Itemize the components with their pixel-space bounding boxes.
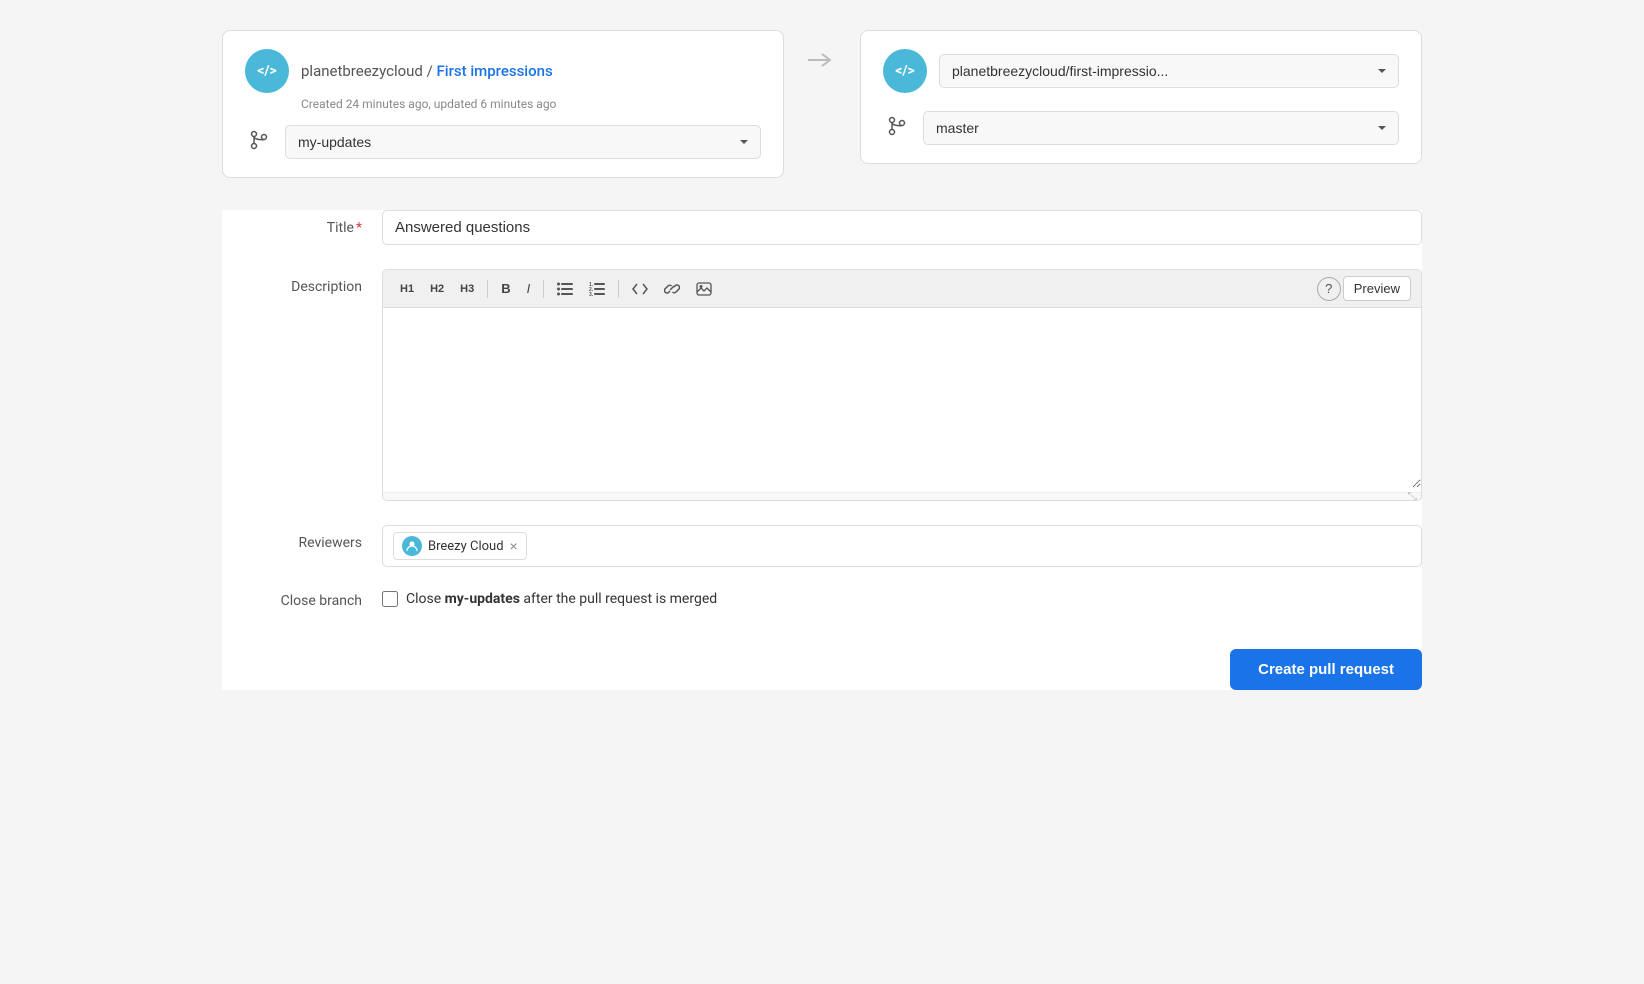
reviewer-avatar (402, 536, 422, 556)
description-control: H1 H2 H3 B I 1.2.3. (382, 269, 1422, 501)
reviewer-tag: Breezy Cloud × (393, 532, 527, 560)
left-repo-card: </> planetbreezycloud / First impression… (222, 30, 784, 178)
form-section: Title* Description H1 H2 H3 B I (222, 210, 1422, 690)
description-row: Description H1 H2 H3 B I (222, 269, 1422, 501)
right-branch-icon (883, 115, 911, 142)
editor-wrapper: H1 H2 H3 B I 1.2.3. (382, 269, 1422, 501)
reviewers-row: Reviewers Breezy Cloud × (222, 525, 1422, 567)
toolbar-preview-button[interactable]: Preview (1343, 276, 1411, 301)
toolbar-divider-2 (543, 280, 544, 298)
reviewers-field[interactable]: Breezy Cloud × (382, 525, 1422, 567)
svg-text:3.: 3. (589, 292, 594, 296)
right-repo-header: </> planetbreezycloud/first-impressio... (883, 49, 1399, 93)
reviewer-remove-button[interactable]: × (510, 539, 518, 553)
toolbar-h1-button[interactable]: H1 (393, 279, 421, 299)
left-branch-row: my-updates (245, 125, 761, 159)
close-branch-label: Close branch (222, 591, 382, 609)
submit-row: Create pull request (222, 649, 1422, 690)
page-container: </> planetbreezycloud / First impression… (222, 30, 1422, 954)
close-branch-name: my-updates (445, 591, 520, 607)
close-branch-content: Close my-updates after the pull request … (382, 591, 717, 607)
right-repo-icon: </> (883, 49, 927, 93)
reviewers-label: Reviewers (222, 525, 382, 551)
resize-icon: ⤡ (1407, 489, 1417, 501)
close-branch-text: Close my-updates after the pull request … (406, 591, 717, 607)
close-branch-checkbox[interactable] (382, 591, 398, 607)
arrow-connector (784, 30, 860, 70)
toolbar-divider-3 (618, 280, 619, 298)
left-branch-icon (245, 129, 273, 156)
reviewer-name: Breezy Cloud (428, 539, 504, 554)
close-branch-row: Close branch Close my-updates after the … (222, 591, 1422, 609)
left-repo-subtitle: Created 24 minutes ago, updated 6 minute… (301, 97, 761, 111)
title-control (382, 210, 1422, 245)
left-repo-icon: </> (245, 49, 289, 93)
right-branch-row: master (883, 111, 1399, 145)
left-repo-header: </> planetbreezycloud / First impression… (245, 49, 761, 93)
toolbar-h2-button[interactable]: H2 (423, 279, 451, 299)
left-repo-link[interactable]: First impressions (437, 62, 553, 80)
toolbar-divider-1 (487, 280, 488, 298)
left-branch-select[interactable]: my-updates (285, 125, 761, 159)
right-branch-select[interactable]: master (923, 111, 1399, 145)
title-input[interactable] (382, 210, 1422, 245)
repo-row: </> planetbreezycloud / First impression… (222, 30, 1422, 178)
title-label: Title* (222, 210, 382, 236)
description-textarea[interactable] (383, 308, 1421, 488)
editor-toolbar: H1 H2 H3 B I 1.2.3. (383, 270, 1421, 308)
toolbar-italic-button[interactable]: I (520, 277, 538, 300)
right-repo-select[interactable]: planetbreezycloud/first-impressio... (939, 54, 1399, 88)
reviewers-control: Breezy Cloud × (382, 525, 1422, 567)
left-repo-name: planetbreezycloud / First impressions (301, 62, 553, 80)
toolbar-bold-button[interactable]: B (494, 277, 517, 300)
description-label: Description (222, 269, 382, 295)
toolbar-link-button[interactable] (657, 278, 687, 300)
toolbar-code-button[interactable] (625, 278, 655, 300)
editor-resize-handle[interactable]: ⤡ (383, 492, 1421, 500)
create-pr-button[interactable]: Create pull request (1230, 649, 1422, 690)
toolbar-help-button[interactable]: ? (1317, 277, 1341, 301)
toolbar-ul-button[interactable] (550, 278, 580, 300)
toolbar-h3-button[interactable]: H3 (453, 279, 481, 299)
right-repo-card: </> planetbreezycloud/first-impressio... (860, 30, 1422, 164)
toolbar-image-button[interactable] (689, 278, 719, 300)
title-required: * (356, 220, 362, 236)
toolbar-ol-button[interactable]: 1.2.3. (582, 278, 612, 300)
title-row: Title* (222, 210, 1422, 245)
